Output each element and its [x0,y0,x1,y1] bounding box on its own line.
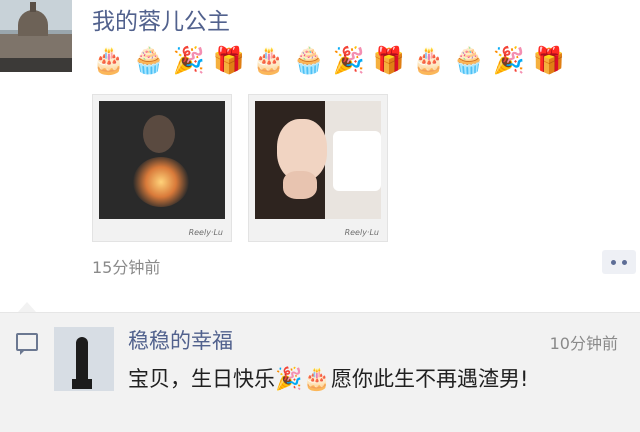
photo-2-hand [283,171,317,199]
more-dot-icon [622,260,627,265]
cupcake-icon: 🧁 [452,46,486,76]
comment-section: 稳稳的幸福 10分钟前 宝贝，生日快乐🎉🎂愿你此生不再遇渣男! [0,312,640,432]
gift-icon: 🎁 [532,46,566,76]
author-avatar[interactable] [0,0,72,72]
comment-text[interactable]: 宝贝，生日快乐🎉🎂愿你此生不再遇渣男! [128,363,618,395]
emoji-row: 🎂 🧁 🎉 🎁 🎂 🧁 🎉 🎁 🎂 🧁 🎉 🎁 [92,44,572,80]
avatar-figure-base [72,379,92,389]
photo-1-signature: Reely·Lu [188,228,223,237]
author-name[interactable]: 我的蓉儿公主 [92,2,230,36]
party-popper-icon: 🎉 [492,46,526,76]
cupcake-icon: 🧁 [292,46,326,76]
birthday-cake-icon: 🎂 [303,367,331,392]
cupcake-icon: 🧁 [132,46,166,76]
party-popper-icon: 🎉 [275,367,303,392]
birthday-cake-icon: 🎂 [412,46,446,76]
avatar-spire [30,2,36,12]
photo-1-candle-glow [133,157,189,207]
photo-1-person [143,115,175,153]
party-popper-icon: 🎉 [332,46,366,76]
birthday-cake-icon: 🎂 [92,46,126,76]
commenter-name[interactable]: 稳稳的幸福 [128,325,233,355]
party-popper-icon: 🎉 [172,46,206,76]
photo-1-image [99,101,225,219]
more-dot-icon [611,260,616,265]
photo-2-signature: Reely·Lu [344,228,379,237]
gift-icon: 🎁 [212,46,246,76]
avatar-dome [18,10,48,36]
moments-post: 我的蓉儿公主 🎂 🧁 🎉 🎁 🎂 🧁 🎉 🎁 🎂 🧁 🎉 🎁 Reely·Lu Reely·Lu 15… [0,0,640,312]
photo-2-image [255,101,381,219]
comment-area-pointer [18,302,36,312]
comment-time: 10分钟前 [549,334,618,353]
photo-2-pillow [333,131,381,191]
post-photo-2[interactable]: Reely·Lu [248,94,388,242]
post-time: 15分钟前 [92,258,161,277]
comment-text-part2: 愿你此生不再遇渣男! [331,367,529,391]
post-photo-1[interactable]: Reely·Lu [92,94,232,242]
avatar-figure [76,337,88,383]
comment-icon [16,333,38,355]
birthday-cake-icon: 🎂 [252,46,286,76]
commenter-avatar[interactable] [54,327,114,391]
gift-icon: 🎁 [372,46,406,76]
comment-text-part1: 宝贝，生日快乐 [128,367,275,391]
more-options-button[interactable] [602,250,636,274]
avatar-ground [0,58,72,72]
